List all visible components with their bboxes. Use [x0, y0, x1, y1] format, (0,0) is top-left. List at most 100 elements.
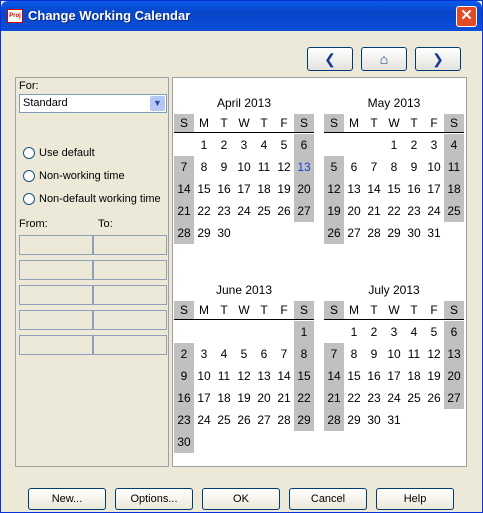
calendar-day[interactable]: 17 — [194, 387, 214, 409]
calendar-day[interactable]: 20 — [254, 387, 274, 409]
radio-use-default-label[interactable]: Use default — [39, 147, 95, 159]
calendar-day[interactable]: 5 — [324, 156, 344, 178]
calendar-day[interactable]: 15 — [344, 365, 364, 387]
calendar-day[interactable]: 9 — [364, 343, 384, 365]
calendar-day[interactable]: 6 — [444, 321, 464, 343]
calendar-day[interactable]: 10 — [384, 343, 404, 365]
calendar-day[interactable]: 31 — [424, 222, 444, 244]
calendar-day[interactable]: 16 — [174, 387, 194, 409]
calendar-day[interactable]: 29 — [294, 409, 314, 431]
calendar-day[interactable]: 17 — [234, 178, 254, 200]
calendar-day[interactable]: 28 — [274, 409, 294, 431]
calendar-day[interactable]: 13 — [254, 365, 274, 387]
to-time-cell[interactable] — [93, 285, 167, 305]
calendar-day[interactable]: 27 — [344, 222, 364, 244]
calendar-day[interactable]: 12 — [324, 178, 344, 200]
calendar-day[interactable]: 4 — [214, 343, 234, 365]
calendar-day[interactable]: 2 — [404, 134, 424, 156]
calendar-day[interactable]: 27 — [444, 387, 464, 409]
from-time-cell[interactable] — [19, 310, 93, 330]
calendar-day[interactable]: 29 — [384, 222, 404, 244]
to-time-cell[interactable] — [93, 310, 167, 330]
to-time-cell[interactable] — [93, 335, 167, 355]
calendar-day[interactable]: 25 — [214, 409, 234, 431]
calendar-day[interactable]: 21 — [274, 387, 294, 409]
calendar-day[interactable]: 26 — [424, 387, 444, 409]
to-time-cell[interactable] — [93, 235, 167, 255]
calendar-day[interactable]: 30 — [174, 431, 194, 453]
chevron-down-icon[interactable]: ▼ — [150, 96, 165, 111]
calendar-day[interactable]: 24 — [234, 200, 254, 222]
calendar-day[interactable]: 24 — [194, 409, 214, 431]
calendar-day[interactable]: 22 — [344, 387, 364, 409]
calendar-day[interactable]: 17 — [424, 178, 444, 200]
calendar-day[interactable]: 9 — [214, 156, 234, 178]
calendar-day[interactable]: 14 — [174, 178, 194, 200]
next-month-button[interactable]: ❯ — [415, 47, 461, 71]
calendar-day[interactable]: 28 — [174, 222, 194, 244]
calendar-day[interactable]: 31 — [384, 409, 404, 431]
calendar-day[interactable]: 24 — [424, 200, 444, 222]
calendar-day[interactable]: 8 — [344, 343, 364, 365]
calendar-day[interactable]: 5 — [274, 134, 294, 156]
calendar-day[interactable]: 19 — [324, 200, 344, 222]
calendar-day[interactable]: 2 — [214, 134, 234, 156]
calendar-day[interactable]: 18 — [404, 365, 424, 387]
previous-month-button[interactable]: ❮ — [307, 47, 353, 71]
close-button[interactable]: ✕ — [456, 6, 477, 27]
calendar-day[interactable]: 10 — [194, 365, 214, 387]
calendar-day[interactable]: 7 — [364, 156, 384, 178]
options-button[interactable]: Options... — [115, 488, 193, 510]
calendar-day[interactable]: 26 — [234, 409, 254, 431]
calendar-day[interactable]: 5 — [234, 343, 254, 365]
calendar-select[interactable]: Standard ▼ — [19, 94, 167, 113]
calendar-day[interactable]: 19 — [234, 387, 254, 409]
calendar-day[interactable]: 26 — [274, 200, 294, 222]
calendar-day[interactable]: 10 — [424, 156, 444, 178]
calendar-day[interactable]: 1 — [384, 134, 404, 156]
calendar-day[interactable]: 4 — [444, 134, 464, 156]
calendar-day[interactable]: 8 — [384, 156, 404, 178]
calendar-day[interactable]: 22 — [384, 200, 404, 222]
calendar-day[interactable]: 16 — [214, 178, 234, 200]
calendar-day[interactable]: 6 — [294, 134, 314, 156]
calendar-day[interactable]: 21 — [324, 387, 344, 409]
calendar-day[interactable]: 22 — [294, 387, 314, 409]
radio-use-default[interactable] — [23, 147, 35, 159]
calendar-day[interactable]: 8 — [294, 343, 314, 365]
calendar-day[interactable]: 2 — [364, 321, 384, 343]
calendar-day[interactable]: 20 — [294, 178, 314, 200]
calendar-day[interactable]: 18 — [254, 178, 274, 200]
calendar-day[interactable]: 25 — [404, 387, 424, 409]
radio-non-working-time-label[interactable]: Non-working time — [39, 170, 125, 182]
calendar-day[interactable]: 3 — [384, 321, 404, 343]
calendar-day[interactable]: 15 — [294, 365, 314, 387]
calendar-day[interactable]: 4 — [254, 134, 274, 156]
calendar-day[interactable]: 25 — [444, 200, 464, 222]
calendar-day[interactable]: 30 — [364, 409, 384, 431]
calendar-day[interactable]: 7 — [274, 343, 294, 365]
calendar-day[interactable]: 9 — [174, 365, 194, 387]
ok-button[interactable]: OK — [202, 488, 280, 510]
calendar-day[interactable]: 24 — [384, 387, 404, 409]
calendar-day[interactable]: 27 — [294, 200, 314, 222]
calendar-day[interactable]: 14 — [364, 178, 384, 200]
calendar-day[interactable]: 3 — [424, 134, 444, 156]
calendar-day[interactable]: 11 — [444, 156, 464, 178]
calendar-day[interactable]: 27 — [254, 409, 274, 431]
calendar-day[interactable]: 7 — [174, 156, 194, 178]
radio-non-default-working-time[interactable] — [23, 193, 35, 205]
from-time-cell[interactable] — [19, 335, 93, 355]
calendar-day[interactable]: 19 — [274, 178, 294, 200]
calendar-day[interactable]: 13 — [294, 156, 314, 178]
calendar-day[interactable]: 9 — [404, 156, 424, 178]
help-button[interactable]: Help — [376, 488, 454, 510]
calendar-day[interactable]: 11 — [404, 343, 424, 365]
to-time-cell[interactable] — [93, 260, 167, 280]
calendar-day[interactable]: 4 — [404, 321, 424, 343]
from-time-cell[interactable] — [19, 260, 93, 280]
calendar-day[interactable]: 1 — [294, 321, 314, 343]
calendar-day[interactable]: 29 — [344, 409, 364, 431]
calendar-day[interactable]: 23 — [174, 409, 194, 431]
cancel-button[interactable]: Cancel — [289, 488, 367, 510]
